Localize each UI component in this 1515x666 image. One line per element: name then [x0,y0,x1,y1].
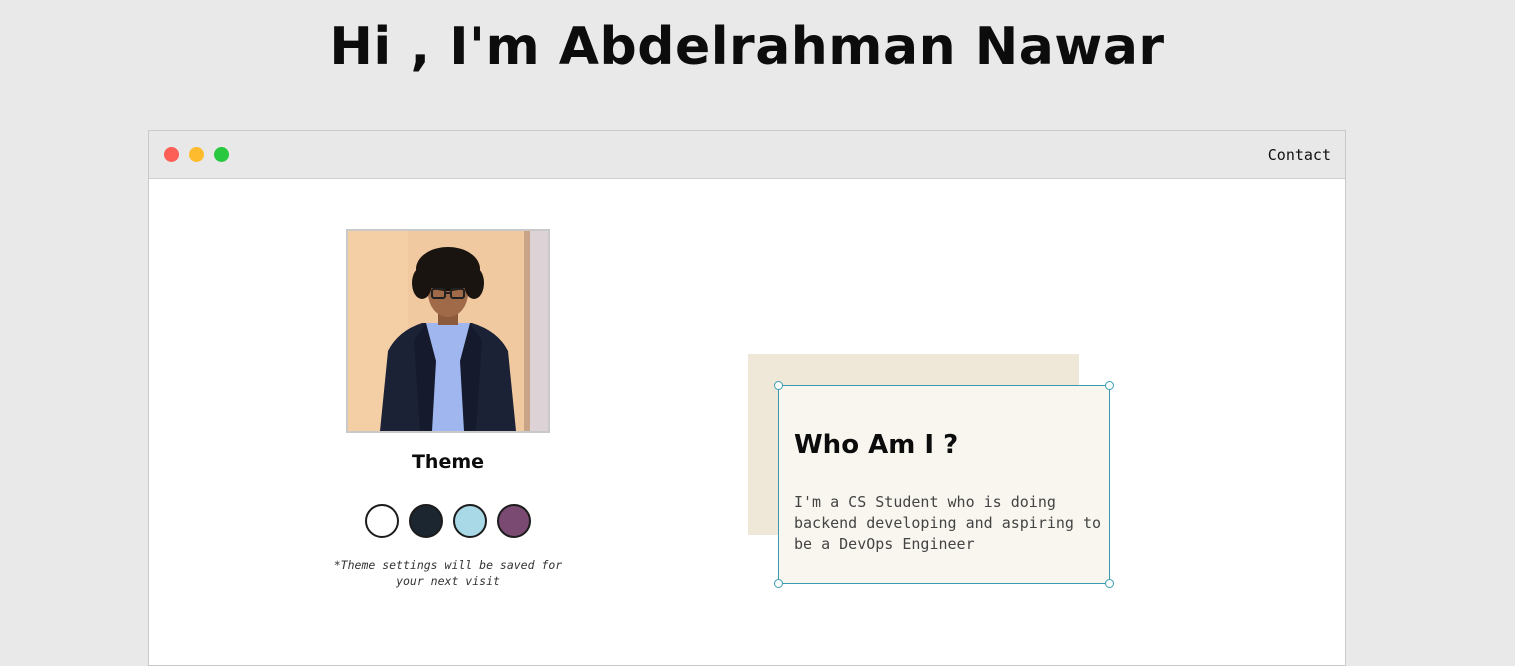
theme-note: *Theme settings will be saved for your n… [333,558,563,588]
resize-handle-top-right[interactable] [1105,381,1114,390]
theme-swatch-purple[interactable] [497,504,531,538]
browser-window: Contact Theme *Theme settings will be sa… [148,130,1346,666]
person-image [348,231,548,431]
about-text: I'm a CS Student who is doing backend de… [794,493,1102,553]
page-title: Hi , I'm Abdelrahman Nawar [329,17,1165,77]
resize-handle-bottom-left[interactable] [774,579,783,588]
close-dot[interactable] [164,147,179,162]
about-card: Who Am I ? I'm a CS Student who is doing… [774,381,1114,588]
resize-handle-bottom-right[interactable] [1105,579,1114,588]
about-title: Who Am I ? [794,430,959,460]
maximize-dot[interactable] [214,147,229,162]
contact-link[interactable]: Contact [1268,146,1331,164]
theme-swatch-blue[interactable] [453,504,487,538]
theme-heading: Theme [411,451,485,473]
resize-handle-top-left[interactable] [774,381,783,390]
window-titlebar: Contact [149,131,1345,179]
profile-photo [346,229,550,433]
theme-swatch-light[interactable] [365,504,399,538]
theme-swatch-dark[interactable] [409,504,443,538]
minimize-dot[interactable] [189,147,204,162]
